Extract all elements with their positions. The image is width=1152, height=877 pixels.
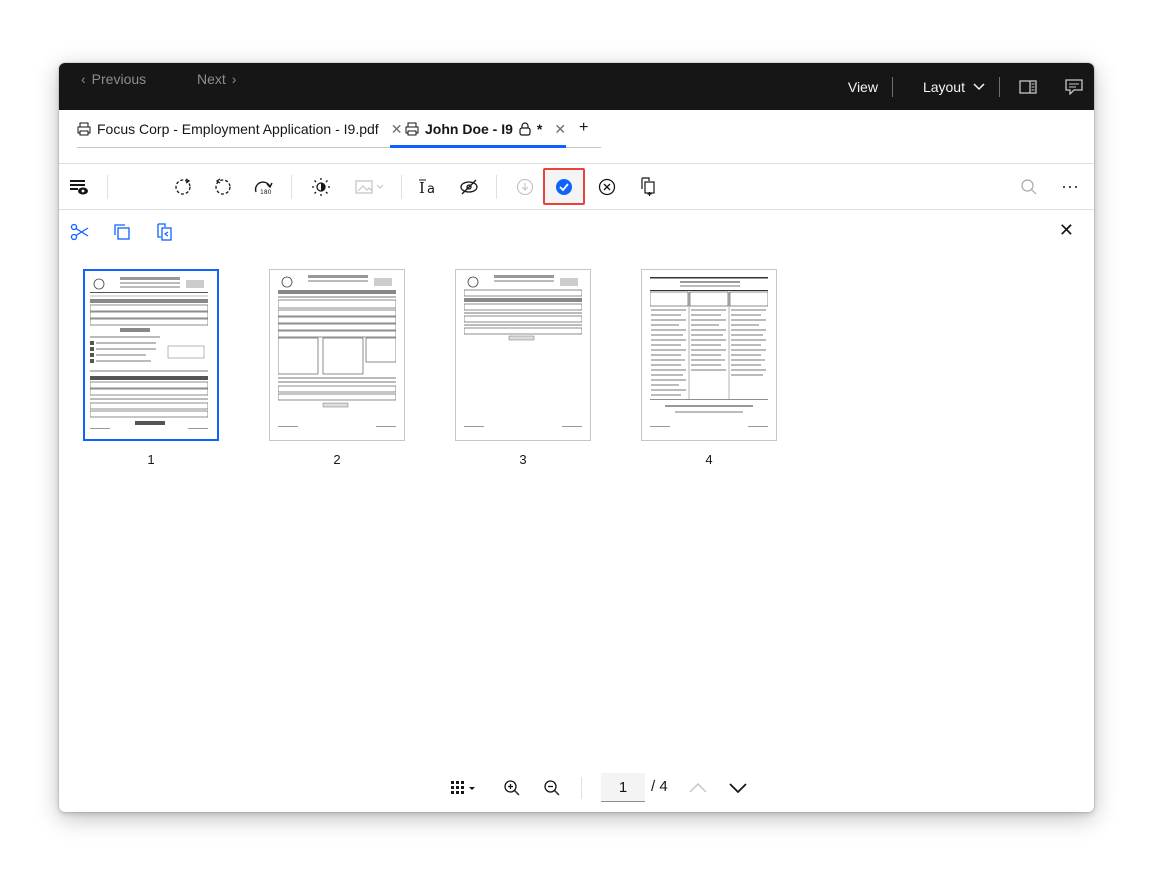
close-page-tools-button[interactable]: ✕ — [1059, 220, 1074, 241]
page-preview — [90, 277, 208, 429]
annotation-view-icon — [70, 180, 88, 195]
page-number-label: 3 — [519, 452, 527, 467]
modified-marker: * — [536, 121, 543, 137]
page-thumbnail-1[interactable] — [83, 269, 219, 441]
zoom-out-icon — [544, 780, 560, 796]
page-preview — [650, 277, 768, 427]
insert-page-button[interactable] — [634, 173, 662, 201]
add-tab-button[interactable]: + — [579, 119, 588, 137]
svg-text:180: 180 — [260, 189, 272, 196]
brightness-icon — [312, 178, 330, 196]
search-button[interactable] — [1015, 173, 1043, 201]
overflow-menu-button[interactable] — [1056, 173, 1084, 201]
ocr-text-button[interactable]: Ia — [415, 173, 443, 201]
image-adjust-icon — [355, 180, 384, 194]
previous-button[interactable]: ‹ Previous — [81, 71, 146, 87]
brightness-button[interactable] — [307, 173, 335, 201]
annotation-view-button[interactable] — [65, 173, 93, 201]
page-number-label: 2 — [333, 452, 341, 467]
download-button[interactable] — [511, 173, 539, 201]
close-tab-icon[interactable]: ✕ — [391, 121, 403, 138]
split-button[interactable] — [67, 219, 93, 245]
chevron-down-icon — [729, 783, 747, 794]
top-navigation-bar: ‹ Previous Next › View Layout — [59, 63, 1094, 110]
rotate-180-button[interactable]: 180 — [249, 173, 277, 201]
layout-menu-button[interactable]: Layout — [893, 79, 999, 95]
side-panel-icon — [1019, 79, 1037, 94]
next-button[interactable]: Next › — [197, 71, 236, 87]
tab-john-doe-i9[interactable]: John Doe - I9 * ✕ — [405, 110, 566, 148]
page-preview — [464, 275, 582, 427]
divider — [999, 76, 1000, 97]
close-tab-icon[interactable]: ✕ — [554, 121, 566, 138]
side-panel-button[interactable] — [1008, 63, 1048, 110]
next-page-button[interactable] — [725, 775, 751, 801]
tab-label: John Doe - I9 — [425, 121, 513, 137]
apply-button[interactable] — [543, 168, 585, 205]
document-tabs: Focus Corp - Employment Application - I9… — [59, 110, 1094, 150]
page-number-label: 4 — [705, 452, 713, 467]
rotate-clockwise-icon — [175, 178, 191, 195]
comments-button[interactable] — [1054, 63, 1094, 110]
page-thumbnail-3[interactable] — [455, 269, 591, 441]
ocr-text-icon: Ia — [419, 179, 435, 196]
insert-page-icon — [641, 177, 655, 196]
zoom-in-button[interactable] — [499, 775, 525, 801]
checkmark-filled-icon — [556, 178, 572, 195]
lock-icon — [519, 122, 531, 136]
page-number-input[interactable]: 1 — [601, 773, 645, 802]
hide-icon — [460, 179, 478, 195]
previous-page-button[interactable] — [685, 775, 711, 801]
document-viewer-window: ‹ Previous Next › View Layout Focus Corp… — [59, 63, 1094, 812]
rotate-180-icon: 180 — [254, 181, 273, 196]
paste-icon — [157, 223, 172, 241]
scissors-icon — [70, 223, 89, 241]
view-menu-button[interactable]: View — [834, 79, 892, 95]
active-tab-indicator — [390, 145, 566, 148]
svg-text:a: a — [427, 182, 435, 196]
page-thumbnail-2[interactable] — [269, 269, 405, 441]
hide-button[interactable] — [455, 173, 483, 201]
svg-text:I: I — [419, 179, 425, 196]
page-thumbnail-4[interactable] — [641, 269, 777, 441]
image-adjust-button[interactable] — [349, 173, 389, 201]
page-number-label: 1 — [147, 452, 155, 467]
zoom-out-button[interactable] — [539, 775, 565, 801]
page-tools-bar: ✕ — [59, 215, 1094, 251]
download-icon — [516, 178, 534, 196]
rotate-counterclockwise-button[interactable] — [209, 173, 237, 201]
grid-icon — [451, 781, 475, 794]
rotate-counterclockwise-icon — [215, 178, 231, 195]
cancel-icon — [598, 178, 616, 196]
main-toolbar: 180 Ia — [59, 164, 1094, 210]
search-icon — [1021, 179, 1037, 195]
chevron-up-icon — [689, 782, 707, 793]
tab-focus-corp-application[interactable]: Focus Corp - Employment Application - I9… — [77, 110, 402, 148]
tab-label: Focus Corp - Employment Application - I9… — [97, 121, 379, 137]
thumbnail-view-menu-button[interactable] — [447, 775, 481, 801]
chevron-down-icon — [973, 82, 985, 90]
chevron-right-icon: › — [231, 71, 237, 87]
rotate-clockwise-button[interactable] — [169, 173, 197, 201]
copy-icon — [114, 224, 130, 240]
chat-icon — [1065, 78, 1083, 95]
paste-button[interactable] — [151, 219, 177, 245]
copy-button[interactable] — [109, 219, 135, 245]
chevron-left-icon: ‹ — [81, 71, 86, 87]
cancel-button[interactable] — [593, 173, 621, 201]
printer-icon — [77, 122, 91, 136]
zoom-in-icon — [504, 780, 520, 796]
pager-bar: 1 / 4 — [59, 763, 1094, 812]
page-total: / 4 — [651, 778, 668, 795]
page-preview — [278, 275, 396, 427]
printer-icon — [405, 122, 419, 136]
overflow-menu-icon — [1063, 186, 1077, 188]
